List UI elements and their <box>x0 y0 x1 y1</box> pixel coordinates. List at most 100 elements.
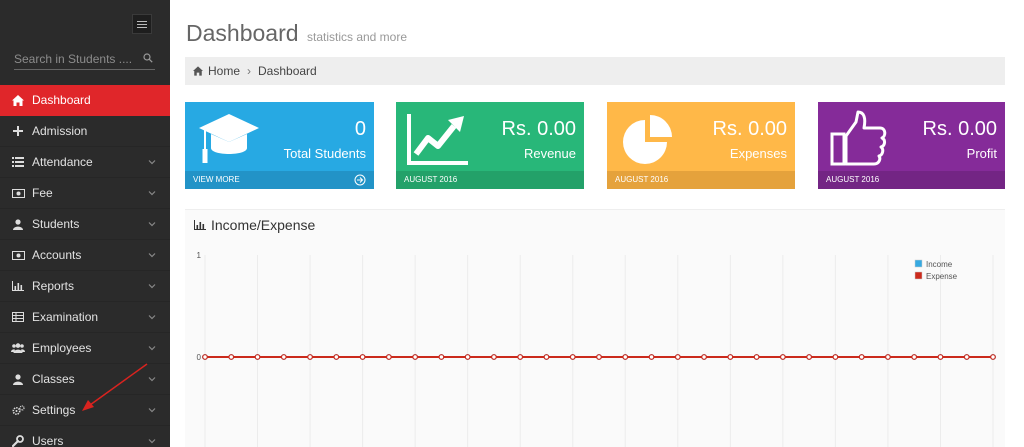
legend-label: Income <box>926 260 953 269</box>
data-point-expense[interactable] <box>385 354 392 360</box>
data-point-expense[interactable] <box>333 354 340 360</box>
data-point-expense[interactable] <box>674 354 681 360</box>
data-point-expense[interactable] <box>622 354 629 360</box>
chart-panel-title: Income/Expense <box>194 217 315 233</box>
search-icon[interactable] <box>143 53 153 63</box>
data-point-expense[interactable] <box>254 354 261 360</box>
sidebar-item-label: Attendance <box>32 155 93 169</box>
data-point-expense[interactable] <box>701 354 707 360</box>
chevron-down-icon <box>148 253 156 258</box>
data-point-expense[interactable] <box>885 354 891 360</box>
sidebar: Dashboard Admission Attendance Fee <box>0 0 170 447</box>
sidebar-item-dashboard[interactable]: Dashboard <box>0 85 170 116</box>
data-point-expense[interactable] <box>727 354 734 360</box>
thumbs-up-icon <box>830 110 887 166</box>
data-point-expense[interactable] <box>779 354 786 360</box>
data-point-expense[interactable] <box>569 354 576 360</box>
stat-value: 0 <box>354 118 366 140</box>
chevron-down-icon <box>148 439 156 444</box>
sidebar-item-reports[interactable]: Reports <box>0 271 170 302</box>
income-expense-chart: 0 1 Income Expense <box>197 251 996 447</box>
money-icon <box>11 186 25 200</box>
stat-label: Total Students <box>283 146 366 161</box>
breadcrumb-current: Dashboard <box>258 64 317 78</box>
sidebar-item-attendance[interactable]: Attendance <box>0 147 170 178</box>
data-point-expense[interactable] <box>359 354 366 360</box>
data-point-expense[interactable] <box>517 354 524 360</box>
chevron-down-icon <box>148 160 156 165</box>
data-point-expense[interactable] <box>543 354 550 360</box>
y-tick-label: 0 <box>197 353 202 362</box>
sidebar-item-users[interactable]: Users <box>0 426 170 447</box>
data-point-expense[interactable] <box>648 354 655 360</box>
data-point-expense[interactable] <box>307 354 313 360</box>
data-point-expense[interactable] <box>464 354 471 360</box>
sidebar-item-accounts[interactable]: Accounts <box>0 240 170 271</box>
data-point-expense[interactable] <box>491 354 497 360</box>
chevron-down-icon <box>148 284 156 289</box>
data-point-expense[interactable] <box>832 354 839 360</box>
breadcrumb-separator-icon: › <box>247 64 252 78</box>
sidebar-item-admission[interactable]: Admission <box>0 116 170 147</box>
bar-chart-icon <box>11 279 25 293</box>
sidebar-item-employees[interactable]: Employees <box>0 333 170 364</box>
data-point-expense[interactable] <box>596 354 602 360</box>
sidebar-item-label: Classes <box>32 372 75 386</box>
legend-swatch <box>914 271 923 280</box>
data-point-expense[interactable] <box>280 354 287 360</box>
breadcrumb-home-link[interactable]: Home <box>208 64 240 78</box>
sidebar-search <box>14 50 155 70</box>
data-point-expense[interactable] <box>753 354 760 360</box>
search-input[interactable] <box>14 50 139 68</box>
data-point-expense[interactable] <box>963 354 970 360</box>
legend-swatch <box>914 259 923 268</box>
sidebar-topbar <box>0 0 170 42</box>
cogs-icon <box>11 403 25 417</box>
data-point-expense[interactable] <box>990 354 996 360</box>
data-point-expense[interactable] <box>202 354 208 360</box>
sidebar-item-label: Settings <box>32 403 76 417</box>
tile-footer: AUGUST 2016 <box>818 171 1005 189</box>
list-icon <box>11 155 25 169</box>
plus-icon <box>11 124 25 138</box>
tile-footer: AUGUST 2016 <box>607 171 795 189</box>
stat-tile-revenue[interactable]: Rs. 0.00 Revenue AUGUST 2016 <box>396 102 584 189</box>
breadcrumb: Home › Dashboard <box>185 57 1005 85</box>
chevron-down-icon <box>148 408 156 413</box>
stat-tile-total-students[interactable]: 0 Total Students VIEW MORE <box>185 102 374 189</box>
stat-label: Profit <box>966 146 997 161</box>
sidebar-item-students[interactable]: Students <box>0 209 170 240</box>
stat-value: Rs. 0.00 <box>922 118 997 140</box>
y-tick-label: 1 <box>197 251 202 260</box>
view-more-link[interactable]: VIEW MORE <box>185 171 374 189</box>
sidebar-item-label: Employees <box>32 341 92 355</box>
sidebar-item-label: Users <box>32 434 64 447</box>
tile-footer: AUGUST 2016 <box>396 171 584 189</box>
table-icon <box>11 310 25 324</box>
stat-tile-expenses[interactable]: Rs. 0.00 Expenses AUGUST 2016 <box>607 102 795 189</box>
data-point-expense[interactable] <box>858 354 865 360</box>
page-subtitle: statistics and more <box>306 30 408 44</box>
bar-chart-icon <box>194 220 206 230</box>
sidebar-item-label: Students <box>32 217 80 231</box>
data-point-expense[interactable] <box>228 354 235 360</box>
sidebar-item-settings[interactable]: Settings <box>0 395 170 426</box>
money-icon <box>11 248 25 262</box>
data-point-expense[interactable] <box>911 354 918 360</box>
app-window: Dashboard Admission Attendance Fee <box>0 0 1024 447</box>
sidebar-item-label: Reports <box>32 279 75 293</box>
data-point-expense[interactable] <box>806 354 813 360</box>
circle-arrow-right-icon <box>354 174 366 186</box>
sidebar-item-label: Admission <box>32 124 88 138</box>
sidebar-item-examination[interactable]: Examination <box>0 302 170 333</box>
sidebar-item-fee[interactable]: Fee <box>0 178 170 209</box>
main-content: Dashboard statistics and more Home › Das… <box>170 0 1024 447</box>
data-point-expense[interactable] <box>937 354 944 360</box>
sidebar-item-classes[interactable]: Classes <box>0 364 170 395</box>
data-point-expense[interactable] <box>438 354 445 360</box>
stat-tile-profit[interactable]: Rs. 0.00 Profit AUGUST 2016 <box>818 102 1005 189</box>
legend-label: Expense <box>926 272 958 281</box>
chevron-down-icon <box>148 222 156 227</box>
data-point-expense[interactable] <box>412 354 419 360</box>
menu-toggle-icon[interactable] <box>132 14 152 34</box>
